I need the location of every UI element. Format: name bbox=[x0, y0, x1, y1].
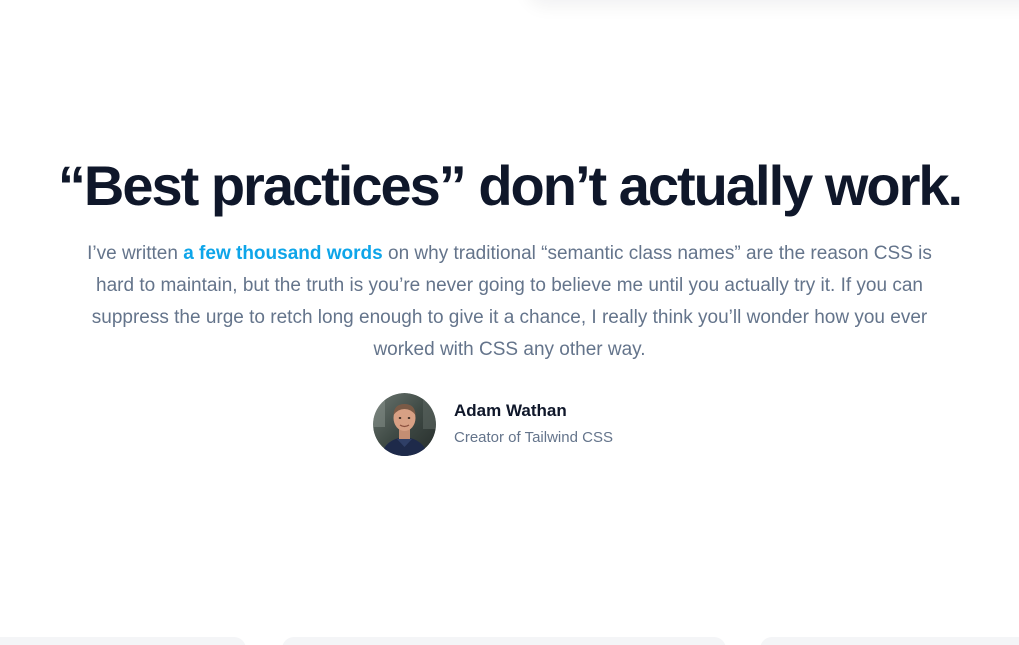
quote-text-start: I’ve written bbox=[87, 243, 184, 264]
few-thousand-words-link[interactable]: a few thousand words bbox=[183, 243, 383, 264]
testimonial-headline: “Best practices” don’t actually work. bbox=[57, 154, 963, 217]
author-name: Adam Wathan bbox=[454, 401, 567, 420]
testimonial-quote: I’ve written a few thousand words on why… bbox=[70, 238, 949, 366]
author-role: Creator of Tailwind CSS bbox=[454, 429, 613, 446]
bottom-card-middle bbox=[282, 637, 726, 645]
author-meta: Adam Wathan Creator of Tailwind CSS bbox=[454, 400, 613, 448]
author-block: Adam Wathan Creator of Tailwind CSS bbox=[373, 392, 613, 456]
avatar bbox=[373, 392, 436, 456]
person-photo-icon bbox=[373, 392, 436, 456]
page: “Best practices” don’t actually work. I’… bbox=[0, 0, 1019, 645]
bottom-card-right bbox=[760, 637, 1019, 645]
bottom-card-left bbox=[0, 637, 246, 645]
